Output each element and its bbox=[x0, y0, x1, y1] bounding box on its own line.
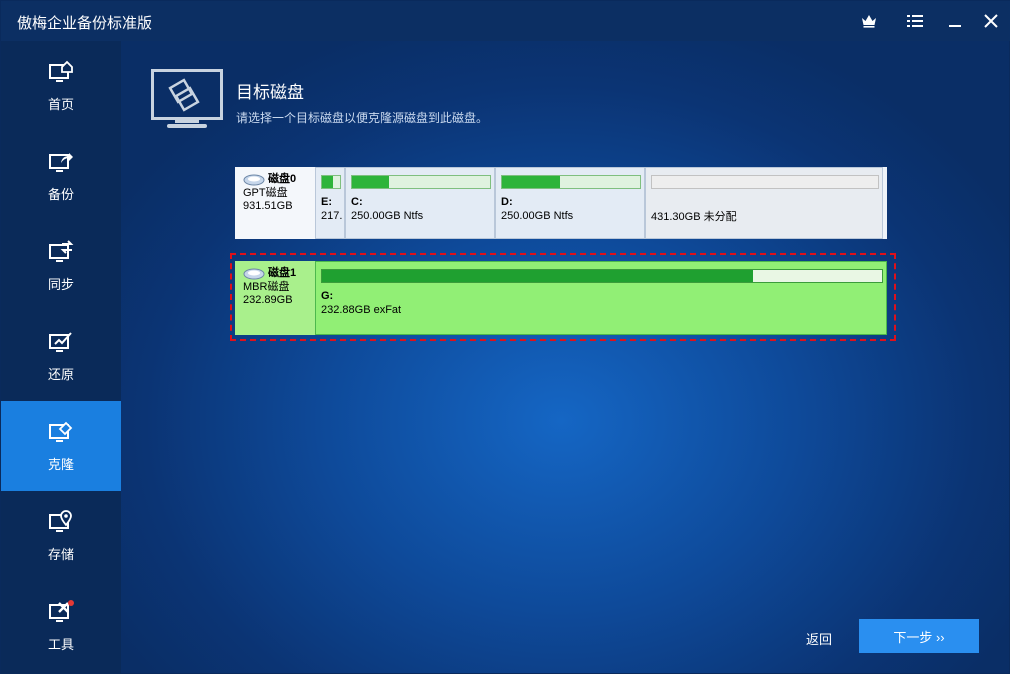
disk-info: 磁盘0 GPT磁盘 931.51GB bbox=[235, 167, 315, 239]
restore-icon bbox=[49, 331, 72, 352]
close-icon[interactable] bbox=[981, 11, 1001, 31]
partition-desc: 250.00GB Ntfs bbox=[351, 210, 424, 222]
disk-type: GPT磁盘 bbox=[243, 187, 288, 199]
sidebar-item-home[interactable]: 首页 bbox=[1, 41, 121, 131]
usage-bar bbox=[501, 175, 641, 189]
sidebar: 首页 备份 同步 还原 克隆 存储 工具 bbox=[1, 41, 121, 674]
sidebar-item-clone[interactable]: 克隆 bbox=[1, 401, 121, 491]
crown-icon[interactable] bbox=[859, 11, 879, 31]
partition-e[interactable]: E: 217. bbox=[315, 167, 345, 239]
partition-c[interactable]: C: 250.00GB Ntfs bbox=[345, 167, 495, 239]
sidebar-item-label: 存储 bbox=[47, 546, 74, 562]
disk-info: 磁盘1 MBR磁盘 232.89GB bbox=[235, 261, 315, 335]
next-button[interactable]: 下一步 ›› bbox=[859, 619, 979, 653]
sidebar-item-sync[interactable]: 同步 bbox=[1, 221, 121, 311]
partition-label: D: bbox=[501, 196, 513, 208]
menu-icon[interactable] bbox=[905, 11, 925, 31]
partition-label: G: bbox=[321, 290, 334, 302]
titlebar: 傲梅企业备份标准版 bbox=[1, 1, 1010, 41]
target-disk-icon bbox=[151, 69, 223, 134]
sidebar-item-label: 备份 bbox=[47, 186, 74, 202]
sidebar-item-label: 同步 bbox=[47, 276, 74, 292]
disk-name: 磁盘0 bbox=[268, 173, 297, 185]
page-title: 目标磁盘 bbox=[236, 83, 304, 102]
partition-desc: 232.88GB exFat bbox=[321, 304, 402, 316]
sync-icon bbox=[49, 239, 74, 262]
notification-badge bbox=[68, 599, 74, 606]
partition-unallocated[interactable]: 431.30GB 未分配 bbox=[645, 167, 883, 239]
backup-icon bbox=[49, 152, 73, 172]
sidebar-item-tools[interactable]: 工具 bbox=[1, 581, 121, 671]
partition-d[interactable]: D: 250.00GB Ntfs bbox=[495, 167, 645, 239]
sidebar-item-label: 工具 bbox=[47, 636, 74, 652]
partition-desc: 217. bbox=[321, 210, 343, 222]
partition-desc: 431.30GB 未分配 bbox=[651, 211, 737, 223]
disk-name: 磁盘1 bbox=[268, 267, 297, 279]
app-window: 傲梅企业备份标准版 首页 备份 同步 还原 克隆 存储 工具 目标磁盘 请选择一… bbox=[0, 0, 1010, 674]
home-icon bbox=[49, 60, 73, 82]
sidebar-item-backup[interactable]: 备份 bbox=[1, 131, 121, 221]
usage-bar bbox=[321, 269, 883, 283]
page-subtitle: 请选择一个目标磁盘以便克隆源磁盘到此磁盘。 bbox=[236, 111, 489, 125]
disk-size: 931.51GB bbox=[243, 200, 293, 212]
back-button[interactable]: 返回 bbox=[806, 629, 832, 648]
disk-icon bbox=[243, 174, 265, 185]
partition-label: C: bbox=[351, 196, 363, 208]
disk-row-0[interactable]: 磁盘0 GPT磁盘 931.51GB E: 217. C: 250.00GB N… bbox=[235, 167, 887, 239]
storage-icon bbox=[49, 509, 72, 532]
partition-g[interactable]: G: 232.88GB exFat bbox=[315, 261, 887, 335]
disk-type: MBR磁盘 bbox=[243, 281, 290, 293]
sidebar-item-storage[interactable]: 存储 bbox=[1, 491, 121, 581]
clone-icon bbox=[49, 421, 73, 442]
disk-row-1[interactable]: 磁盘1 MBR磁盘 232.89GB G: 232.88GB exFat bbox=[235, 261, 887, 335]
partition-label: E: bbox=[321, 196, 332, 208]
sidebar-item-label: 克隆 bbox=[47, 456, 74, 472]
sidebar-item-restore[interactable]: 还原 bbox=[1, 311, 121, 401]
usage-bar bbox=[351, 175, 491, 189]
minimize-icon[interactable] bbox=[945, 11, 965, 31]
partition-desc: 250.00GB Ntfs bbox=[501, 210, 574, 222]
tools-icon bbox=[49, 599, 74, 622]
disk-icon bbox=[243, 268, 265, 279]
window-title: 傲梅企业备份标准版 bbox=[17, 15, 153, 32]
sidebar-item-label: 首页 bbox=[47, 96, 74, 112]
usage-bar bbox=[651, 175, 879, 189]
disk-size: 232.89GB bbox=[243, 294, 293, 306]
sidebar-item-label: 还原 bbox=[47, 366, 74, 382]
usage-bar bbox=[321, 175, 341, 189]
